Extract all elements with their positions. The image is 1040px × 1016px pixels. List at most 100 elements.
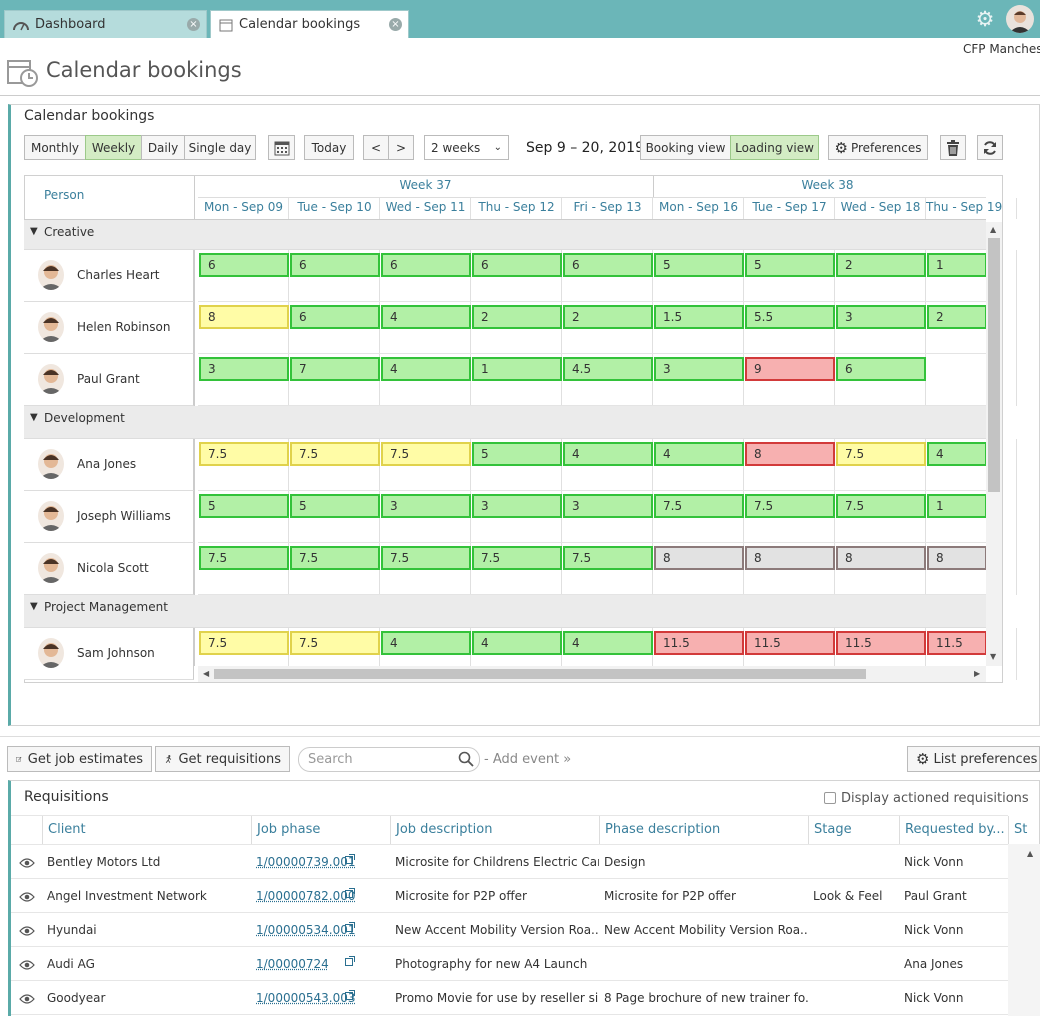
group-row[interactable]: ▼ Creative	[24, 220, 986, 250]
job-phase-link[interactable]: 1/00000724	[251, 947, 390, 981]
booking-cell[interactable]: 4	[563, 631, 653, 655]
booking-cell[interactable]: 8	[745, 546, 835, 570]
booking-cell[interactable]: 8	[927, 546, 987, 570]
day-header[interactable]: Wed - Sep 18	[835, 200, 926, 214]
single-day-button[interactable]: Single day	[184, 135, 256, 160]
booking-cell[interactable]: 7.5	[290, 442, 380, 466]
column-header[interactable]: St	[1008, 816, 1040, 844]
gear-icon[interactable]: ⚙	[974, 8, 996, 30]
collapse-triangle-icon[interactable]: ▼	[30, 226, 38, 237]
booking-cell[interactable]: 2	[563, 305, 653, 329]
booking-cell[interactable]: 4	[381, 631, 471, 655]
job-phase-link[interactable]: 1/00000782.000	[251, 879, 390, 913]
booking-cell[interactable]: 6	[381, 253, 471, 277]
booking-cell[interactable]: 2	[472, 305, 562, 329]
booking-cell[interactable]: 11.5	[745, 631, 835, 655]
day-header[interactable]: Mon - Sep 16	[653, 200, 744, 214]
booking-cell[interactable]: 2	[927, 305, 987, 329]
column-header[interactable]: Phase description	[599, 816, 808, 844]
delete-button[interactable]	[940, 135, 966, 160]
booking-cell[interactable]: 5	[472, 442, 562, 466]
monthly-button[interactable]: Monthly	[24, 135, 86, 160]
booking-cell[interactable]: 8	[745, 442, 835, 466]
close-icon[interactable]: ×	[187, 18, 200, 31]
booking-cell[interactable]: 1.5	[654, 305, 744, 329]
booking-cell[interactable]: 6	[563, 253, 653, 277]
person-column-header[interactable]: Person	[44, 188, 84, 202]
scrollbar-thumb[interactable]	[214, 669, 866, 679]
job-phase-link[interactable]: 1/00000543.003	[251, 981, 390, 1015]
date-picker-button[interactable]	[268, 135, 295, 160]
daily-button[interactable]: Daily	[141, 135, 185, 160]
person-cell[interactable]: Nicola Scott	[24, 543, 194, 595]
booking-cell[interactable]: 9	[745, 357, 835, 381]
external-link-icon[interactable]	[345, 990, 355, 1000]
day-header[interactable]: Mon - Sep 09	[198, 200, 289, 214]
booking-cell[interactable]: 7.5	[381, 442, 471, 466]
column-header[interactable]: Client	[42, 816, 251, 844]
booking-cell[interactable]: 4	[381, 357, 471, 381]
external-link-icon[interactable]	[345, 854, 355, 864]
booking-cell[interactable]: 3	[472, 494, 562, 518]
booking-cell[interactable]: 8	[836, 546, 926, 570]
prev-button[interactable]: <	[363, 135, 389, 160]
scroll-left-icon[interactable]: ◀	[203, 669, 209, 678]
get-requisitions-button[interactable]: Get requisitions	[155, 746, 290, 772]
day-header[interactable]: Wed - Sep 11	[380, 200, 471, 214]
tab-dashboard[interactable]: Dashboard ×	[4, 10, 207, 38]
range-select[interactable]: 2 weeks ⌄	[424, 135, 509, 160]
day-header[interactable]: Thu - Sep 12	[471, 200, 562, 214]
column-header[interactable]: Requested by...	[899, 816, 1008, 844]
person-cell[interactable]: Sam Johnson	[24, 628, 194, 680]
eye-icon[interactable]	[19, 892, 35, 902]
booking-cell[interactable]: 1	[927, 253, 987, 277]
booking-cell[interactable]: 7.5	[381, 546, 471, 570]
booking-cell[interactable]: 3	[381, 494, 471, 518]
column-header[interactable]: Job description	[390, 816, 599, 844]
booking-cell[interactable]: 7.5	[745, 494, 835, 518]
add-event-link[interactable]: - Add event »	[484, 752, 571, 767]
loading-view-button[interactable]: Loading view	[730, 135, 819, 160]
booking-cell[interactable]: 11.5	[927, 631, 987, 655]
booking-cell[interactable]: 7.5	[654, 494, 744, 518]
avatar[interactable]	[1006, 5, 1034, 33]
booking-cell[interactable]: 7.5	[199, 546, 289, 570]
close-icon[interactable]: ×	[389, 18, 402, 31]
search-icon[interactable]	[458, 751, 474, 767]
booking-cell[interactable]: 7	[290, 357, 380, 381]
preferences-button[interactable]: ⚙ Preferences	[828, 135, 928, 160]
eye-icon[interactable]	[19, 994, 35, 1004]
scroll-up-icon[interactable]: ▲	[990, 225, 996, 234]
booking-cell[interactable]: 7.5	[290, 546, 380, 570]
tab-calendar-bookings[interactable]: Calendar bookings ×	[210, 10, 409, 38]
job-phase-link[interactable]: 1/00000534.001	[251, 913, 390, 947]
booking-view-button[interactable]: Booking view	[640, 135, 731, 160]
column-header[interactable]: Job phase	[251, 816, 390, 844]
scroll-right-icon[interactable]: ▶	[974, 669, 980, 678]
booking-cell[interactable]: 7.5	[290, 631, 380, 655]
eye-icon[interactable]	[19, 858, 35, 868]
booking-cell[interactable]: 3	[654, 357, 744, 381]
booking-cell[interactable]: 7.5	[563, 546, 653, 570]
eye-icon[interactable]	[19, 926, 35, 936]
booking-cell[interactable]: 5	[290, 494, 380, 518]
booking-cell[interactable]: 6	[290, 253, 380, 277]
list-preferences-button[interactable]: ⚙ List preferences	[907, 746, 1040, 772]
collapse-triangle-icon[interactable]: ▼	[30, 412, 38, 423]
person-cell[interactable]: Helen Robinson	[24, 302, 194, 354]
group-row[interactable]: ▼ Project Management	[24, 595, 986, 628]
booking-cell[interactable]: 1	[927, 494, 987, 518]
booking-cell[interactable]: 6	[472, 253, 562, 277]
booking-cell[interactable]: 11.5	[654, 631, 744, 655]
day-header[interactable]: Tue - Sep 17	[744, 200, 835, 214]
booking-cell[interactable]: 5	[745, 253, 835, 277]
booking-cell[interactable]: 6	[199, 253, 289, 277]
collapse-triangle-icon[interactable]: ▼	[30, 601, 38, 612]
booking-cell[interactable]: 1	[472, 357, 562, 381]
column-header[interactable]: Stage	[808, 816, 899, 844]
external-link-icon[interactable]	[345, 956, 355, 966]
refresh-button[interactable]	[977, 135, 1003, 160]
person-cell[interactable]: Ana Jones	[24, 439, 194, 491]
person-cell[interactable]: Joseph Williams	[24, 491, 194, 543]
booking-cell[interactable]: 11.5	[836, 631, 926, 655]
